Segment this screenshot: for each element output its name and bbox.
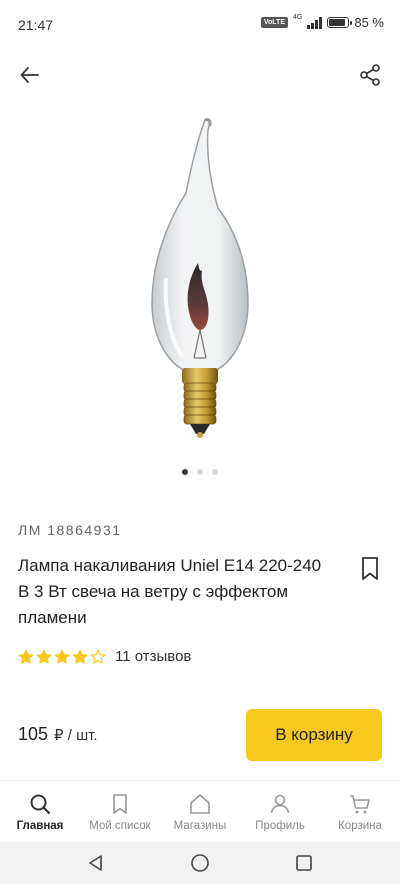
bookmark-icon	[362, 557, 378, 580]
gallery-dot[interactable]	[182, 469, 188, 475]
bookmark-button[interactable]	[358, 556, 382, 582]
price-value: 105	[18, 724, 49, 744]
system-back-button[interactable]	[76, 843, 116, 883]
person-icon	[270, 794, 290, 814]
cart-icon	[350, 795, 370, 814]
status-time: 21:47	[18, 17, 54, 33]
add-to-cart-button[interactable]: В корзину	[246, 709, 382, 761]
product-image[interactable]	[100, 108, 300, 453]
nav-item-stores[interactable]: Магазины	[160, 781, 240, 842]
nav-label: Главная	[16, 820, 64, 832]
back-button[interactable]	[12, 57, 48, 93]
star-filled-icon	[18, 649, 34, 664]
nav-label: Профиль	[255, 820, 305, 832]
system-home-button[interactable]	[180, 843, 220, 883]
rating[interactable]: 11 отзывов	[18, 648, 191, 665]
price-unit: ₽ / шт.	[54, 727, 98, 744]
product-title: Лампа накаливания Uniel E14 220-240 В 3 …	[18, 556, 322, 627]
candle-bulb-image	[151, 118, 249, 438]
star-filled-icon	[54, 649, 70, 664]
nav-item-profile[interactable]: Профиль	[240, 781, 320, 842]
reviews-count[interactable]: 11 отзывов	[115, 648, 191, 665]
system-recents-button[interactable]	[284, 843, 324, 883]
square-recents-icon	[296, 855, 312, 871]
nav-item-my-list[interactable]: Мой список	[80, 781, 160, 842]
bottom-nav: Главная Мой список Магазины Профиль Корз…	[0, 780, 400, 842]
star-filled-icon	[72, 649, 88, 664]
product-sku: ЛМ 18864931	[18, 522, 122, 538]
bookmark-icon	[113, 794, 127, 814]
nav-label: Мой список	[89, 820, 151, 832]
nav-label: Корзина	[338, 820, 382, 832]
volte-badge: VoLTE	[260, 17, 289, 28]
nav-item-home[interactable]: Главная	[0, 781, 80, 842]
nav-item-cart[interactable]: Корзина	[320, 781, 400, 842]
circle-home-icon	[191, 854, 209, 872]
price: 105 ₽ / шт.	[18, 724, 98, 745]
network-type: 4G	[293, 14, 303, 21]
status-bar: 21:47 VoLTE 4G 85 %	[0, 0, 400, 46]
gallery-dot[interactable]	[212, 469, 218, 475]
star-filled-icon	[36, 649, 52, 664]
gallery-dot[interactable]	[197, 469, 203, 475]
signal-icon	[307, 16, 323, 29]
price-row: 105 ₽ / шт. В корзину	[0, 707, 400, 763]
store-icon	[190, 794, 210, 814]
system-nav	[0, 842, 400, 884]
triangle-back-icon	[89, 855, 102, 871]
search-icon	[30, 794, 51, 815]
share-button[interactable]	[352, 57, 388, 93]
battery-percent: 85 %	[354, 15, 384, 30]
top-nav	[0, 55, 400, 95]
arrow-left-icon	[20, 67, 39, 83]
star-empty-icon	[90, 649, 106, 664]
status-icons: VoLTE 4G 85 %	[260, 14, 384, 30]
share-icon	[360, 64, 380, 86]
gallery-pagination[interactable]	[0, 469, 400, 475]
battery-icon	[327, 17, 353, 28]
nav-label: Магазины	[173, 820, 227, 832]
rating-stars	[18, 649, 106, 665]
